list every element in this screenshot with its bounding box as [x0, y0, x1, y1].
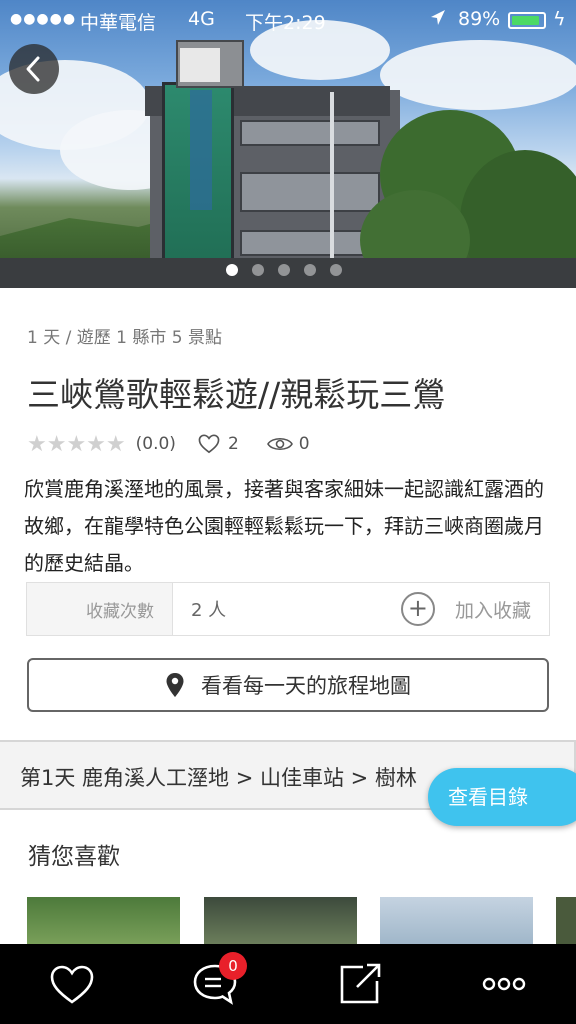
location-arrow-icon: [430, 9, 446, 32]
charging-icon: ϟ: [553, 8, 566, 30]
signal-strength: ●●●●●: [10, 11, 77, 27]
cloud: [380, 40, 576, 110]
carousel-dot[interactable]: [278, 264, 290, 276]
favorite-count: 2 人: [191, 600, 227, 621]
status-bar: ●●●●● 中華電信 4G 下午2:29 89% ϟ: [0, 0, 576, 40]
trip-title: 三峽鶯歌輕鬆遊//親鬆玩三鶯: [27, 375, 446, 414]
heart-icon[interactable]: [198, 434, 220, 454]
suggestion-card[interactable]: [380, 897, 533, 945]
suggestions-heading: 猜您喜歡: [28, 844, 120, 870]
carousel-dot[interactable]: [330, 264, 342, 276]
add-favorite-button[interactable]: + 加入收藏: [400, 583, 531, 635]
bottom-tab-bar: [0, 944, 576, 1024]
itinerary-map-button[interactable]: 看看每一天的旅程地圖: [27, 658, 549, 712]
building-windows: [240, 172, 380, 212]
carrier-name: 中華電信: [80, 12, 157, 34]
rating-row: ★★★★★ (0.0) 2 0: [27, 431, 310, 457]
like-count: 2: [227, 434, 239, 454]
hero-image[interactable]: [0, 0, 576, 288]
trip-description: 欣賞鹿角溪溼地的風景，接著與客家細妹一起認識紅露酒的故鄉，在龍學特色公園輕輕鬆鬆…: [24, 477, 544, 575]
chevron-left-icon: [26, 56, 40, 82]
rating-value: (0.0): [135, 434, 176, 454]
status-time: 下午2:29: [245, 12, 326, 34]
carousel-dot[interactable]: [304, 264, 316, 276]
battery-fill: [512, 16, 539, 25]
plus-circle-icon: +: [400, 592, 435, 626]
tower-sign: [180, 48, 220, 82]
favorite-label-cell: 收藏次數: [27, 583, 173, 635]
carousel-dot[interactable]: [226, 264, 238, 276]
building-windows: [240, 230, 380, 256]
suggestion-card[interactable]: [27, 897, 180, 945]
back-button[interactable]: [9, 44, 59, 94]
comment-badge: 0: [219, 952, 247, 980]
more-icon[interactable]: [480, 962, 528, 1006]
trip-summary: 1 天 / 遊歷 1 縣市 5 景點: [27, 328, 223, 348]
favorite-label: 收藏次數: [86, 601, 154, 622]
eye-icon: [266, 437, 293, 451]
rating-stars: ★★★★★: [27, 431, 126, 457]
battery-percent: 89%: [458, 8, 501, 30]
add-favorite-label: 加入收藏: [454, 599, 531, 622]
tower-name-sign: [190, 90, 212, 210]
heart-icon[interactable]: [48, 962, 96, 1006]
carousel-dot[interactable]: [252, 264, 264, 276]
battery-icon: [508, 12, 546, 29]
suggestion-card[interactable]: [556, 897, 576, 945]
favorite-box: 收藏次數 2 人 + 加入收藏: [26, 582, 550, 636]
day-route-text: 第1天 鹿角溪人工溼地 > 山佳車站 > 樹林: [20, 766, 417, 790]
view-count: 0: [298, 434, 310, 454]
share-icon[interactable]: [337, 962, 385, 1006]
table-of-contents-button[interactable]: 查看目錄: [428, 768, 576, 826]
building-windows: [240, 120, 380, 146]
network-type: 4G: [188, 8, 215, 30]
itinerary-map-label: 看看每一天的旅程地圖: [201, 674, 411, 698]
suggestion-card[interactable]: [204, 897, 357, 945]
carousel-dots[interactable]: [226, 264, 342, 276]
map-pin-icon: [166, 673, 184, 697]
